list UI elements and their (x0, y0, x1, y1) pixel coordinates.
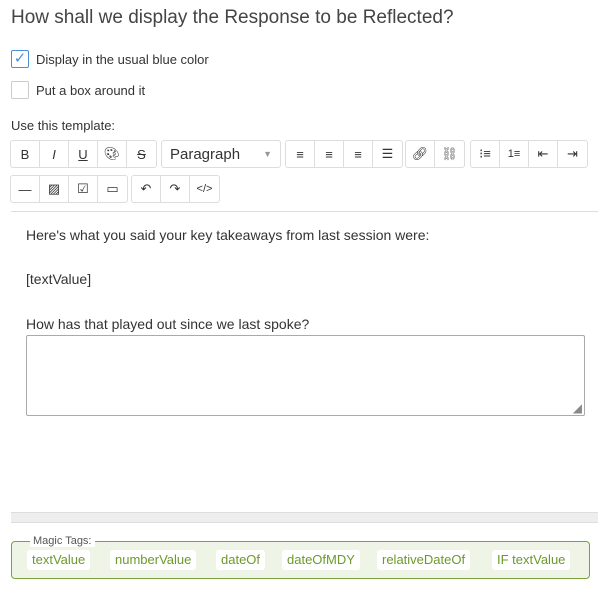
italic-button[interactable]: I (40, 141, 69, 167)
bold-icon: B (20, 146, 30, 162)
redo-icon: ↷ (169, 181, 181, 196)
dropdown-arrow-icon: ▼ (263, 149, 272, 159)
horizontal-rule-icon: — (18, 181, 32, 197)
magic-tag[interactable]: numberValue (110, 550, 197, 570)
editor-resize-bar[interactable] (11, 512, 598, 523)
align-left-icon: ≡ (296, 146, 304, 162)
magic-tags-box: Magic Tags: textValue numberValue dateOf… (11, 535, 590, 579)
align-justify-button[interactable]: ☰ (373, 141, 402, 167)
strikethrough-icon: S (137, 146, 146, 162)
horizontal-rule-button[interactable]: — (11, 176, 40, 202)
magic-tags-legend: Magic Tags: (30, 535, 95, 547)
checkbox-icon: ☑ (77, 181, 89, 196)
outdent-icon: ⇤ (537, 146, 549, 161)
redo-button[interactable]: ↷ (161, 176, 190, 202)
align-right-button[interactable]: ≡ (344, 141, 373, 167)
magic-tag[interactable]: dateOfMDY (282, 550, 360, 570)
option-label: Display in the usual blue color (36, 52, 209, 67)
template-label: Use this template: (11, 118, 116, 133)
bullet-list-button[interactable]: ⁝≡ (471, 141, 500, 167)
resize-handle-icon[interactable]: ◢ (573, 401, 582, 415)
link-icon: 🔗︎ (411, 146, 429, 161)
response-textarea[interactable]: ◢ (26, 335, 585, 416)
undo-button[interactable]: ↶ (132, 176, 161, 202)
editor-line: Here's what you said your key takeaways … (26, 227, 430, 243)
unlink-icon: ⛓︎ (441, 146, 458, 161)
code-view-button[interactable]: </> (190, 176, 219, 202)
underline-icon: U (78, 146, 88, 162)
numbered-list-button[interactable]: 1≡ (500, 141, 529, 167)
numbered-list-icon: 1≡ (507, 148, 521, 160)
bold-button[interactable]: B (11, 141, 40, 167)
magic-tag[interactable]: IF textValue (492, 550, 571, 570)
align-center-icon: ≡ (325, 146, 333, 162)
template-editor[interactable]: Here's what you said your key takeaways … (11, 211, 598, 513)
checkbox-blue-color[interactable]: ✓ (11, 50, 29, 68)
color-button[interactable]: 🎨︎ (98, 141, 127, 167)
video-button[interactable]: ▭ (98, 176, 127, 202)
editor-placeholder: [textValue] (26, 271, 92, 287)
code-icon: </> (196, 183, 213, 195)
image-button[interactable]: ▨ (40, 176, 69, 202)
checkbox-button[interactable]: ☑ (69, 176, 98, 202)
magic-tag[interactable]: relativeDateOf (377, 550, 471, 570)
magic-tag[interactable]: textValue (27, 550, 91, 570)
unlink-button[interactable]: ⛓︎ (435, 141, 464, 167)
align-justify-icon: ☰ (381, 146, 394, 161)
paragraph-select[interactable]: Paragraph ▼ (162, 141, 280, 167)
strikethrough-button[interactable]: S (127, 141, 156, 167)
bullet-list-icon: ⁝≡ (479, 146, 491, 161)
video-icon: ▭ (106, 181, 119, 196)
indent-icon: ⇥ (567, 146, 578, 161)
option-label: Put a box around it (36, 83, 146, 98)
paragraph-value: Paragraph (170, 145, 241, 163)
page-title: How shall we display the Response to be … (11, 7, 454, 28)
outdent-button[interactable]: ⇤ (529, 141, 558, 167)
checkbox-box-around[interactable] (11, 81, 29, 99)
link-button[interactable]: 🔗︎ (406, 141, 435, 167)
image-icon: ▨ (47, 181, 61, 196)
undo-icon: ↶ (140, 181, 152, 196)
align-left-button[interactable]: ≡ (286, 141, 315, 167)
editor-line: How has that played out since we last sp… (26, 316, 310, 332)
align-right-icon: ≡ (354, 146, 362, 162)
italic-icon: I (52, 146, 56, 162)
palette-icon: 🎨︎ (103, 146, 121, 161)
indent-button[interactable]: ⇥ (558, 141, 587, 167)
magic-tag[interactable]: dateOf (216, 550, 266, 570)
align-center-button[interactable]: ≡ (315, 141, 344, 167)
underline-button[interactable]: U (69, 141, 98, 167)
